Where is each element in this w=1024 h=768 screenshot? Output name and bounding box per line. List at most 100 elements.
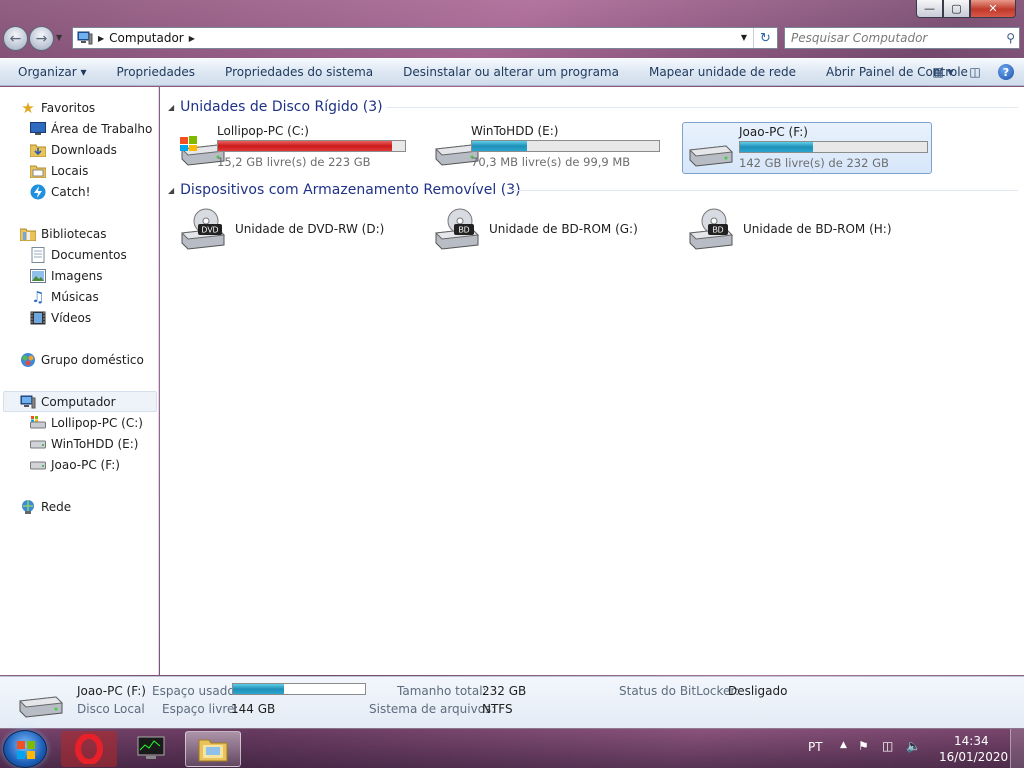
breadcrumb-computer[interactable]: Computador [109,31,184,45]
organize-button[interactable]: Organizar ▾ [0,65,102,79]
drive-free-space: 142 GB livre(s) de 232 GB [739,156,889,170]
details-usage-fill [233,684,285,694]
nav-label: Documentos [51,247,127,262]
nav-drive-e[interactable]: WinToHDD (E:) [30,433,138,454]
nav-homegroup[interactable]: Grupo doméstico [20,349,144,370]
group-header-removable[interactable]: ◢ Dispositivos com Armazenamento Removív… [168,180,521,200]
drive-usage-bar [471,140,660,152]
drive-tile-f[interactable]: Joao-PC (F:) 142 GB livre(s) de 232 GB [682,122,932,174]
details-usage-bar [232,683,366,695]
nav-label: Joao-PC (F:) [51,457,120,472]
chevron-right-icon[interactable]: ▶ [98,34,104,43]
nav-label: Bibliotecas [41,226,107,241]
details-fs-label: Sistema de arquivos: [369,702,496,716]
preview-pane-icon[interactable]: ◫ [966,63,984,81]
uninstall-program-button[interactable]: Desinstalar ou alterar um programa [388,65,634,79]
nav-catch[interactable]: Catch! [30,181,90,202]
collapse-triangle-icon[interactable]: ◢ [168,103,174,112]
nav-label: Grupo doméstico [41,352,144,367]
search-icon[interactable]: ⚲ [1006,31,1015,45]
nav-label: Vídeos [51,310,92,325]
group-divider [510,190,1018,191]
clock-time[interactable]: 14:34 [954,734,989,748]
details-free-label: Espaço livre: [162,702,239,716]
taskbar-opera[interactable] [61,731,117,767]
arrow-left-icon: ← [9,30,22,47]
close-button[interactable]: ✕ [970,0,1016,18]
nav-desktop[interactable]: Área de Trabalho [30,118,152,139]
drive-usage-fill [218,141,393,151]
nav-videos[interactable]: Vídeos [30,307,91,328]
nav-pictures[interactable]: Imagens [30,265,102,286]
nav-libraries[interactable]: Bibliotecas [20,223,106,244]
nav-favorites[interactable]: ★ Favoritos [20,97,95,118]
taskbar-explorer[interactable] [185,731,241,767]
bd-drive-icon: BD [688,208,734,250]
network-status-icon[interactable]: ◫ [882,739,893,753]
system-properties-button[interactable]: Propriedades do sistema [210,65,388,79]
nav-music[interactable]: ♫ Músicas [30,286,99,307]
details-bitlocker-value: Desligado [728,684,788,698]
drive-tile-h[interactable]: BD Unidade de BD-ROM (H:) [672,205,922,257]
maximize-button[interactable]: ▢ [943,0,970,18]
search-input[interactable]: Pesquisar Computador ⚲ [784,27,1020,49]
drive-name: Unidade de BD-ROM (G:) [489,222,638,236]
show-desktop-button[interactable] [1010,729,1024,768]
chevron-right-icon[interactable]: ▶ [189,34,195,43]
nav-drive-f[interactable]: Joao-PC (F:) [30,454,120,475]
refresh-icon[interactable]: ↻ [753,28,777,48]
drive-tile-d[interactable]: DVD Unidade de DVD-RW (D:) [164,205,414,257]
nav-label: Downloads [51,142,117,157]
taskbar-task-manager[interactable] [123,731,179,767]
drive-name: Joao-PC (F:) [739,125,808,139]
recent-places-icon [30,163,46,179]
star-icon: ★ [21,98,35,117]
nav-label: Imagens [51,268,103,283]
address-bar[interactable]: ▶ Computador ▶ ▼ ↻ [72,27,778,49]
drive-name: Lollipop-PC (C:) [217,124,309,138]
drive-tile-e[interactable]: WinToHDD (E:) 70,3 MB livre(s) de 99,9 M… [422,121,672,173]
drive-usage-fill [740,142,813,152]
address-dropdown-icon[interactable]: ▼ [741,33,747,42]
nav-recent-places[interactable]: Locais [30,160,88,181]
drive-usage-fill [472,141,528,151]
navigation-pane: ★ Favoritos Área de Trabalho Downloads L… [0,87,159,675]
map-network-drive-button[interactable]: Mapear unidade de rede [634,65,811,79]
clock-date[interactable]: 16/01/2020 [939,750,1008,764]
language-indicator[interactable]: PT [808,740,823,754]
recent-pages-dropdown[interactable]: ▼ [56,33,62,42]
details-pane: Joao-PC (F:) Disco Local Espaço usado: E… [0,676,1024,728]
folder-icon [198,739,228,762]
nav-computer[interactable]: Computador [20,391,116,412]
nav-label: Músicas [51,289,99,304]
start-button[interactable] [3,730,47,768]
details-bitlocker-label: Status do BitLocker: [619,684,740,698]
properties-button[interactable]: Propriedades [102,65,211,79]
downloads-folder-icon [30,142,46,158]
caption-buttons: — ▢ ✕ [916,0,1016,20]
dvd-drive-icon: DVD [180,208,226,250]
collapse-triangle-icon[interactable]: ◢ [168,186,174,195]
minimize-button[interactable]: — [916,0,943,18]
action-center-flag-icon[interactable]: ⚑ [858,739,869,753]
forward-button[interactable]: → [29,26,54,51]
volume-icon[interactable]: 🔈 [906,739,921,753]
show-hidden-icons[interactable]: ▲ [840,740,847,750]
back-button[interactable]: ← [3,26,28,51]
nav-downloads[interactable]: Downloads [30,139,117,160]
group-header-hard-disks[interactable]: ◢ Unidades de Disco Rígido (3) [168,97,383,117]
nav-documents[interactable]: Documentos [30,244,127,265]
network-icon [20,499,36,515]
view-options-icon[interactable]: ▦ ▾ [932,63,953,81]
content-pane: ◢ Unidades de Disco Rígido (3) Lollipop-… [160,87,1024,675]
drive-tile-g[interactable]: BD Unidade de BD-ROM (G:) [418,205,668,257]
monitor-icon [137,736,165,759]
drive-tile-c[interactable]: Lollipop-PC (C:) 15,2 GB livre(s) de 223… [168,121,418,173]
help-icon[interactable]: ? [998,64,1014,80]
nav-drive-c[interactable]: Lollipop-PC (C:) [30,412,143,433]
drive-free-space: 70,3 MB livre(s) de 99,9 MB [471,155,631,169]
homegroup-icon [20,352,36,368]
nav-network[interactable]: Rede [20,496,71,517]
drive-name: Unidade de BD-ROM (H:) [743,222,892,236]
nav-label: Lollipop-PC (C:) [51,415,143,430]
